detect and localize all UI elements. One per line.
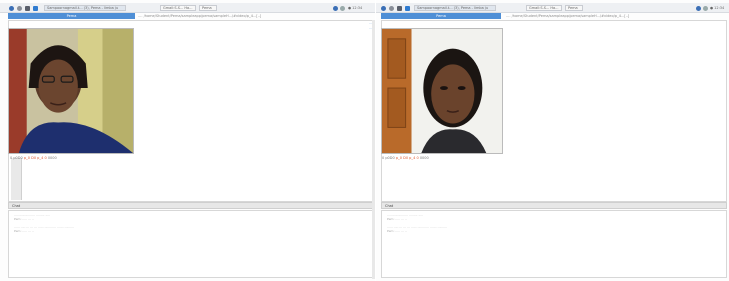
webcam-video-local[interactable] — [8, 28, 134, 154]
video-panel-title: Pema — [436, 14, 446, 18]
caption-suffix: 0000 — [418, 156, 429, 160]
chat-section-header: Chat — [8, 202, 375, 209]
webcam-frame — [9, 29, 133, 153]
caption-prefix: 0 p0D0 — [10, 156, 24, 160]
app-menu-icon[interactable] — [9, 5, 14, 11]
video-caption: 0 p0D0 p_0 D0 p_4 0 0000 — [382, 156, 429, 160]
video-panel-header: Pema — [381, 13, 501, 19]
video-panel-header: Pema — [8, 13, 135, 19]
taskbar-window-pema[interactable]: Pema — [565, 5, 583, 11]
taskbar: Sampoornagmail.t... (3), Pema - limba ju… — [376, 3, 729, 13]
webcam-frame — [382, 29, 502, 153]
url-bar[interactable]: .... /home/Student/Pema/sampleapp/pema/s… — [506, 13, 721, 19]
chat-log[interactable]: ...................... ......... ..... P… — [8, 210, 375, 278]
webcam-video-remote[interactable] — [381, 28, 503, 154]
chat-section-title: Chat — [12, 203, 21, 208]
terminal-icon[interactable] — [25, 5, 30, 11]
taskbar-window-browser[interactable]: Sampoornagmail.t... (3), Pema - limba ju — [44, 5, 126, 11]
chat-section-header: Chat — [381, 202, 727, 209]
clock-text: ● 12:34 — [710, 6, 725, 10]
chat-line: Pem: ..... ... .. — [14, 217, 34, 221]
chat-line: Pem: ..... ... .. — [14, 229, 34, 233]
url-bar[interactable]: .... /home/Student/Pema/sampleapp/pema/s… — [138, 13, 368, 19]
video-caption: 0 p0D0 p_0 D0 p_4 0 0000 — [10, 156, 57, 160]
vertical-scrollbar[interactable] — [372, 20, 375, 279]
globe-icon[interactable] — [17, 5, 22, 11]
chat-line: Pem: ..... ... .. — [387, 217, 407, 221]
video-panel-title: Pema — [66, 14, 77, 18]
chat-line: Pem: ..... ... .. — [387, 229, 407, 233]
taskbar-window-browser[interactable]: Sampoornagmail.t... (3), Pema - limba ju — [414, 5, 496, 11]
files-icon[interactable] — [405, 5, 410, 11]
caption-highlight: p_0 D0 p_4 0 — [395, 156, 419, 160]
clock-text: ● 12:34 — [348, 6, 363, 10]
globe-icon[interactable] — [389, 5, 394, 11]
sound-icon[interactable] — [340, 5, 345, 11]
taskbar-window-gmail[interactable]: Gmail:S.S... Ha... — [160, 5, 196, 11]
screen-left: Sampoornagmail.t... (3), Pema - limba ju… — [0, 0, 375, 281]
network-icon[interactable] — [696, 5, 701, 11]
app-menu-icon[interactable] — [381, 5, 386, 11]
taskbar: Sampoornagmail.t... (3), Pema - limba ju… — [0, 3, 375, 13]
caption-prefix: 0 p0D0 — [382, 156, 396, 160]
caption-suffix: 0000 — [46, 156, 57, 160]
taskbar-window-gmail[interactable]: Gmail:S.S... Ha... — [526, 5, 562, 11]
sidebar-strip — [11, 158, 22, 200]
chat-section-title: Chat — [385, 203, 394, 208]
network-icon[interactable] — [333, 5, 338, 11]
screen-right: Sampoornagmail.t... (3), Pema - limba ju… — [376, 0, 729, 281]
caption-highlight: p_0 D0 p_4 0 — [23, 156, 47, 160]
taskbar-window-pema[interactable]: Pema — [199, 5, 217, 11]
files-icon[interactable] — [33, 5, 38, 11]
chat-log[interactable]: ...................... ......... ..... P… — [381, 210, 727, 278]
sound-icon[interactable] — [703, 5, 708, 11]
terminal-icon[interactable] — [397, 5, 402, 11]
